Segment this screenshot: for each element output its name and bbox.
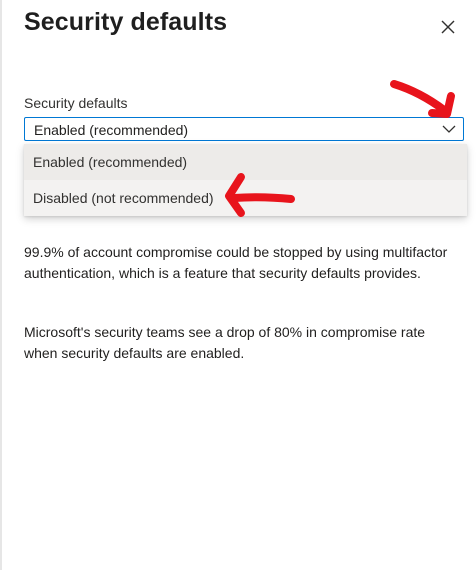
annotation-overlay <box>225 80 455 217</box>
chevron-down-icon[interactable] <box>441 122 457 136</box>
security-defaults-dropdown[interactable]: Enabled (recommended) <box>24 117 464 141</box>
panel-title: Security defaults <box>24 8 228 36</box>
option-disabled[interactable]: Disabled (not recommended) <box>24 180 467 216</box>
description-paragraph-2: Microsoft's security teams see a drop of… <box>24 324 426 361</box>
red-arrow-to-chevron-icon <box>390 80 455 118</box>
description-paragraph-1: 99.9% of account compromise could be sto… <box>24 244 448 281</box>
close-icon[interactable] <box>436 15 460 39</box>
dropdown-selected-value: Enabled (recommended) <box>34 122 189 138</box>
option-enabled[interactable]: Enabled (recommended) <box>24 144 467 180</box>
panel-left-border <box>0 0 2 570</box>
dropdown-menu: Enabled (recommended) Disabled (not reco… <box>24 144 467 216</box>
security-defaults-label: Security defaults <box>24 95 128 111</box>
